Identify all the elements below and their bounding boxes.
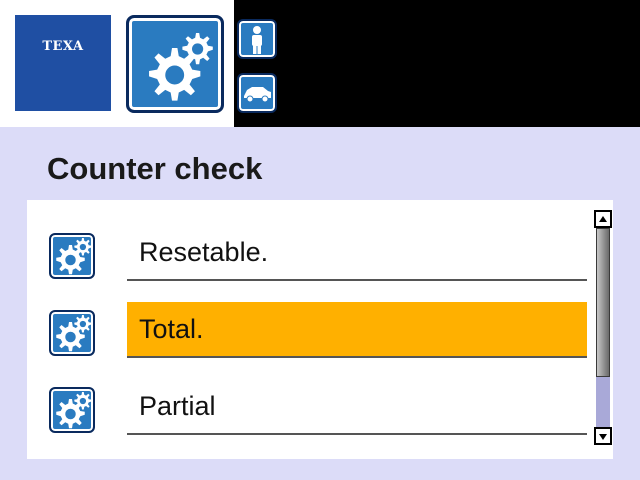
person-icon[interactable] — [237, 19, 277, 59]
frame-right — [613, 200, 640, 480]
car-glyph — [244, 87, 271, 103]
scroll-down-button[interactable] — [594, 427, 612, 445]
gears-glyph — [56, 315, 92, 352]
gears-icon — [149, 33, 213, 101]
list-item-label: Partial — [139, 391, 216, 421]
person-glyph — [252, 26, 262, 54]
list-item-label: Total. — [139, 314, 204, 344]
list-item-total[interactable]: Total. — [27, 291, 592, 368]
scroll-thumb[interactable] — [596, 228, 610, 377]
logo-text: TEXA — [42, 39, 84, 54]
frame-left — [0, 200, 27, 480]
frame-bottom — [0, 459, 640, 480]
texa-logo: TEXA — [15, 15, 111, 111]
car-icon[interactable] — [237, 73, 277, 113]
list-item-partial[interactable]: Partial — [27, 368, 592, 445]
gears-icon — [49, 387, 95, 433]
gears-icon — [49, 310, 95, 356]
gears-glyph — [56, 392, 92, 429]
list-item-row[interactable]: Resetable. — [127, 225, 587, 281]
vertical-scrollbar[interactable] — [594, 210, 612, 445]
settings-gears-icon[interactable] — [126, 15, 224, 113]
list-item-row-selected[interactable]: Total. — [127, 302, 587, 358]
menu-list: Resetable. Total. Partial — [27, 200, 613, 459]
list-item-row[interactable]: Partial — [127, 379, 587, 435]
list-item-resetable[interactable]: Resetable. — [27, 214, 592, 291]
arrow-down-icon — [599, 434, 607, 440]
scroll-track[interactable] — [596, 228, 610, 427]
gears-glyph — [56, 238, 92, 275]
page-title: Counter check — [47, 151, 263, 186]
arrow-up-icon — [599, 216, 607, 222]
title-bar: Counter check — [0, 127, 640, 200]
list-item-label: Resetable. — [139, 237, 269, 267]
gears-icon — [49, 233, 95, 279]
header-right-panel — [234, 0, 640, 127]
scroll-up-button[interactable] — [594, 210, 612, 228]
